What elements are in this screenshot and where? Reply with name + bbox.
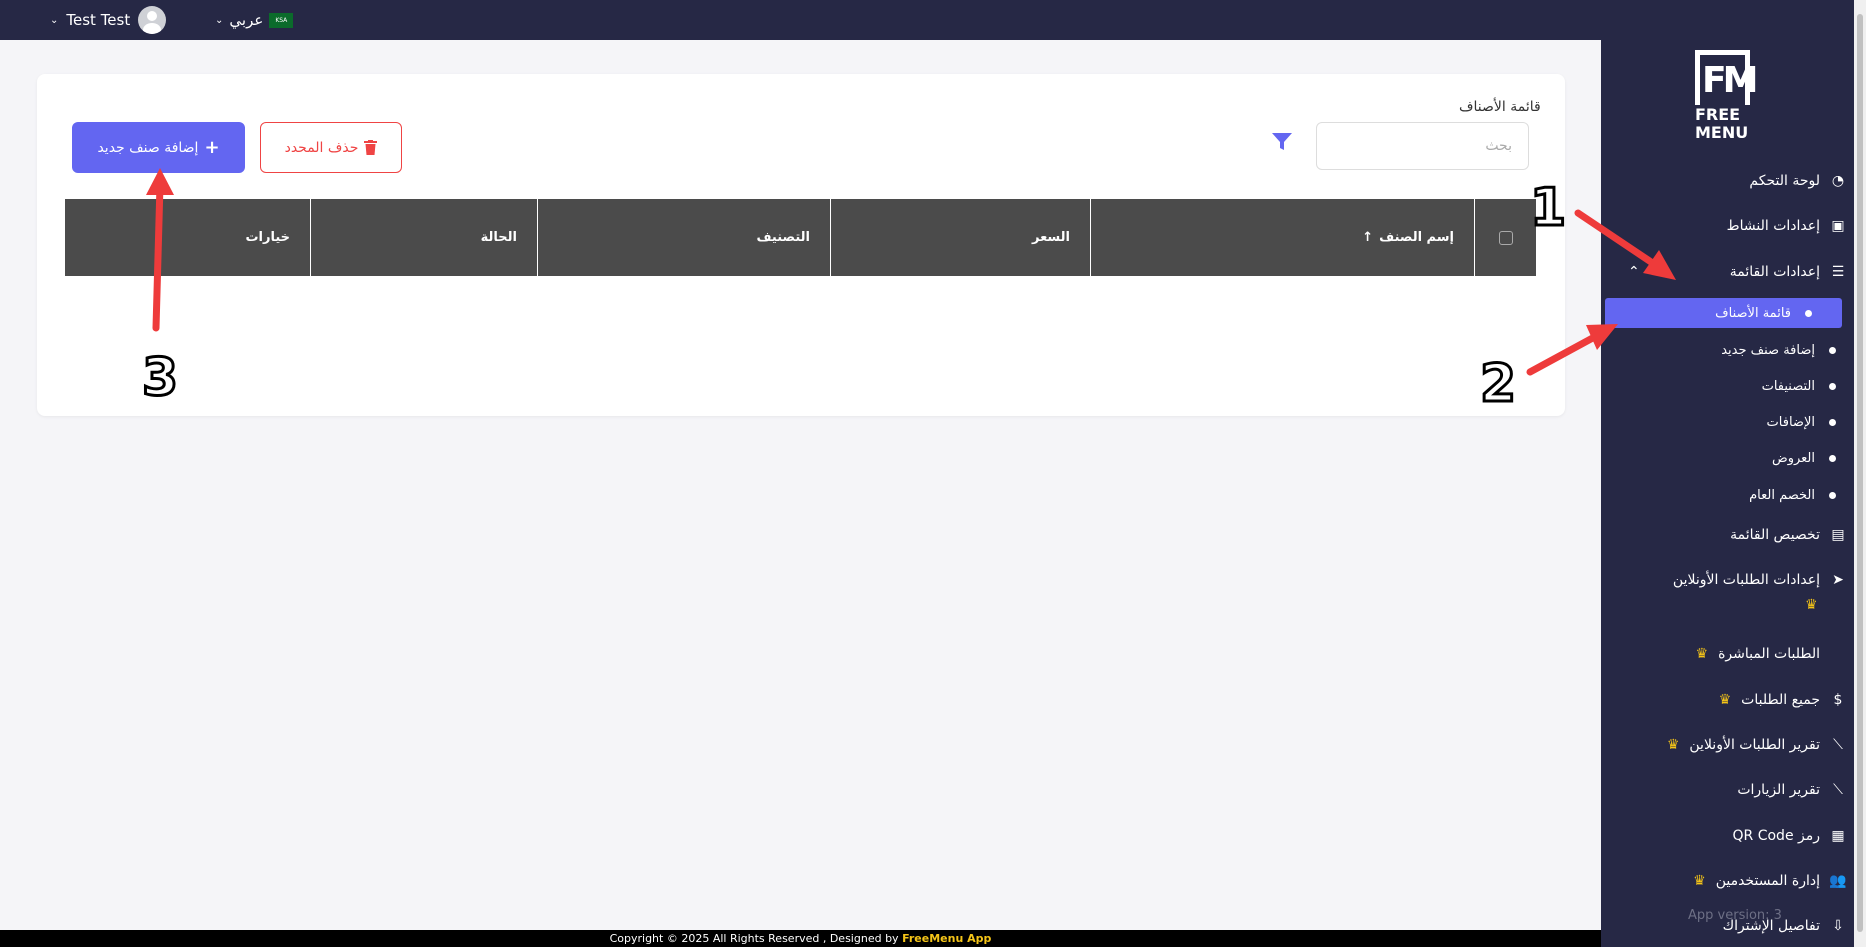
column-header-name[interactable]: إسم الصنف ↑	[1090, 199, 1474, 276]
annotation-number-2: 2	[1478, 353, 1517, 416]
money-bag-icon: $	[1833, 692, 1843, 708]
sidebar-subitem-offers[interactable]: العروض	[1772, 443, 1846, 473]
annotation-number-3: 3	[140, 347, 179, 410]
sidebar-item-qr-code[interactable]: ▦ رمز QR Code	[1733, 821, 1846, 851]
sidebar-subitem-label: العروض	[1771, 450, 1815, 466]
sidebar-item-label: رمز QR Code	[1732, 828, 1820, 844]
crown-icon: ♛	[1805, 597, 1818, 613]
sidebar-subitem-label: الإضافات	[1766, 414, 1815, 430]
bullet-icon	[1829, 418, 1836, 426]
footer: Copyright © 2025 All Rights Reserved , D…	[0, 930, 1601, 947]
sidebar-item-business-settings[interactable]: ▣ إعدادات النشاط	[1727, 211, 1846, 241]
sidebar-item-visits-report[interactable]: ⟋ تقرير الزيارات	[1737, 775, 1846, 805]
sidebar-item-menu-settings[interactable]: ☰ إعدادات القائمة	[1730, 257, 1846, 287]
sidebar-item-subscription-details[interactable]: ⇩ تفاصيل الإشتراك	[1723, 911, 1846, 941]
sidebar-item-customize-menu[interactable]: ▤ تخصيص القائمة	[1730, 520, 1846, 550]
bullet-icon	[1829, 346, 1836, 354]
sidebar-subitem-items-list[interactable]: قائمة الأصناف	[1605, 298, 1842, 328]
sidebar-item-label: جميع الطلبات	[1741, 692, 1820, 708]
language-label: عربي	[229, 11, 264, 29]
logo-text-menu: MENU	[1695, 123, 1749, 142]
sidebar-item-dashboard[interactable]: ◔ لوحة التحكم	[1749, 166, 1846, 196]
select-all-checkbox[interactable]	[1498, 230, 1513, 245]
sort-arrow-up-icon: ↑	[1362, 230, 1374, 245]
add-new-item-button[interactable]: إضافة صنف جديد +	[72, 122, 245, 173]
bullet-icon	[1805, 309, 1812, 317]
chart-line-icon: ⟋	[1833, 737, 1843, 753]
avatar	[138, 6, 167, 34]
sidebar-subitem-general-discount[interactable]: الخصم العام	[1749, 480, 1846, 510]
bullet-icon	[1829, 382, 1836, 390]
sidebar-item-label: لوحة التحكم	[1749, 173, 1820, 189]
filter-icon[interactable]	[1271, 132, 1293, 152]
sidebar-subitem-categories[interactable]: التصنيفات	[1762, 371, 1846, 401]
scrollbar-thumb[interactable]	[1857, 14, 1863, 932]
sidebar-subitem-addons[interactable]: الإضافات	[1767, 407, 1846, 437]
table-header: إسم الصنف ↑ السعر التصنيف الحالة خيارات	[65, 199, 1536, 276]
sidebar-item-all-orders[interactable]: $ جميع الطلبات ♛	[1719, 685, 1846, 715]
sidebar-subitem-add-item[interactable]: إضافة صنف جديد	[1721, 335, 1846, 365]
briefcase-icon: ▣	[1831, 218, 1845, 234]
sidebar-subitem-label: قائمة الأصناف	[1715, 305, 1791, 321]
plus-icon: +	[204, 137, 220, 158]
chevron-down-icon: ⌄	[50, 14, 59, 26]
top-bar: ⌄ Test Test ⌄ عربي KSA	[0, 0, 1601, 40]
page-title: قائمة الأصناف	[1459, 99, 1541, 115]
column-header-category[interactable]: التصنيف	[537, 199, 830, 276]
crown-icon: ♛	[1666, 737, 1680, 753]
dashboard-icon: ◔	[1831, 173, 1845, 189]
sidebar-item-label: إعدادات الطلبات الأونلاين	[1672, 572, 1820, 588]
crown-icon: ♛	[1718, 692, 1732, 708]
saudi-flag-icon: KSA	[269, 12, 294, 28]
crown-icon: ♛	[1695, 646, 1709, 662]
sidebar-item-label: تفاصيل الإشتراك	[1722, 918, 1820, 934]
chevron-down-icon: ⌄	[215, 14, 224, 26]
add-new-item-label: إضافة صنف جديد	[97, 139, 199, 156]
qrcode-icon: ▦	[1831, 828, 1845, 844]
users-icon: 👥	[1829, 873, 1847, 889]
sidebar-item-online-orders-settings[interactable]: ➤ إعدادات الطلبات الأونلاين	[1673, 565, 1846, 595]
logo-text-free: FREE	[1695, 105, 1741, 124]
annotation-number-1: 1	[1528, 177, 1567, 240]
sidebar-item-user-management[interactable]: 👥 إدارة المستخدمين ♛	[1693, 866, 1847, 896]
sidebar-item-label: تقرير الطلبات الأونلاين	[1689, 737, 1820, 753]
hand-coin-icon: ⇩	[1832, 918, 1844, 934]
blank-icon	[1830, 646, 1846, 662]
footer-brand-link[interactable]: FreeMenu App	[902, 932, 991, 945]
burger-icon: ☰	[1831, 264, 1845, 280]
sidebar-item-online-orders-report[interactable]: ⟋ تقرير الطلبات الأونلاين ♛	[1667, 730, 1846, 760]
column-header-status[interactable]: الحالة	[310, 199, 537, 276]
column-header-price[interactable]: السعر	[830, 199, 1090, 276]
copyright-text: Copyright © 2025 All Rights Reserved , D…	[609, 932, 899, 945]
sidebar-item-label: إعدادات النشاط	[1726, 218, 1820, 234]
delete-selected-button[interactable]: حذف المحدد	[260, 122, 402, 173]
chart-line-icon: ⟋	[1833, 782, 1843, 798]
user-name: Test Test	[66, 11, 131, 29]
sidebar-subitem-label: التصنيفات	[1761, 378, 1815, 394]
sidebar-item-live-orders[interactable]: الطلبات المباشرة ♛	[1696, 639, 1847, 669]
sidebar-item-label: إعدادات القائمة	[1729, 264, 1820, 280]
trash-icon	[364, 140, 378, 155]
chevron-up-icon[interactable]: ⌃	[1628, 264, 1640, 280]
sidebar-item-label: إدارة المستخدمين	[1715, 873, 1820, 889]
telegram-icon: ➤	[1832, 572, 1844, 588]
delete-selected-label: حذف المحدد	[284, 139, 359, 156]
fm-logo-icon	[1695, 50, 1754, 105]
bullet-icon	[1829, 491, 1836, 499]
crown-icon: ♛	[1693, 873, 1706, 889]
column-header-options: خيارات	[245, 230, 290, 245]
sidebar-item-label: تقرير الزيارات	[1737, 782, 1820, 798]
user-menu[interactable]: ⌄ Test Test	[50, 5, 167, 35]
select-all-cell	[1474, 199, 1536, 276]
language-menu[interactable]: ⌄ عربي KSA	[215, 5, 294, 35]
sidebar-subitem-label: الخصم العام	[1749, 487, 1815, 503]
search-input[interactable]	[1316, 122, 1529, 170]
sidebar-item-label: تخصيص القائمة	[1730, 527, 1820, 543]
images-icon: ▤	[1831, 527, 1845, 543]
sidebar-subitem-label: إضافة صنف جديد	[1721, 342, 1815, 358]
sidebar-item-label: الطلبات المباشرة	[1718, 646, 1820, 662]
bullet-icon	[1829, 454, 1836, 462]
freemenu-logo[interactable]: FREE MENU	[1695, 50, 1755, 150]
